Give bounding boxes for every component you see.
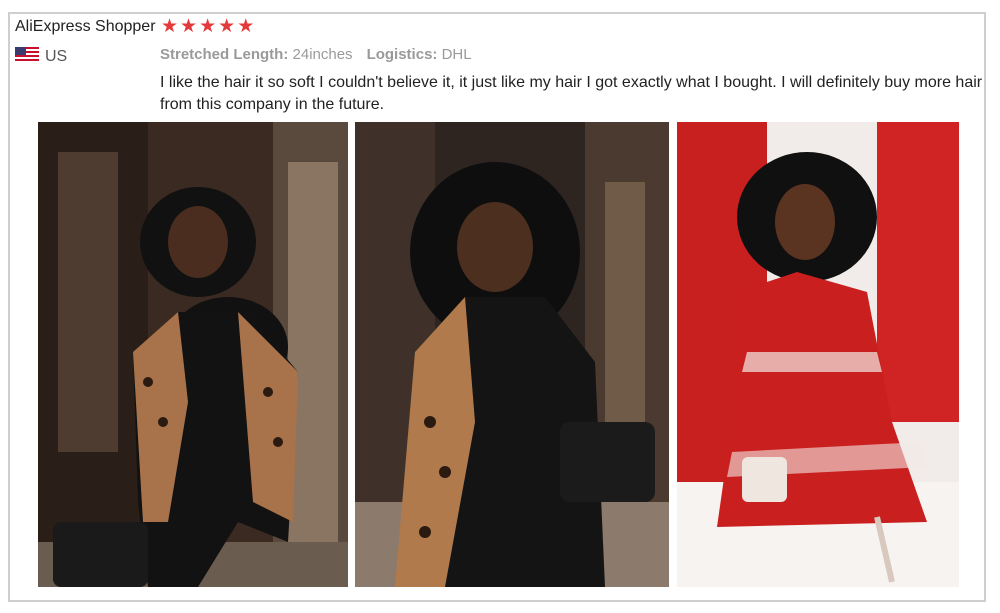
review-photo-3[interactable] [677,122,959,587]
star-icon: ★ [218,16,236,37]
review-photo-2[interactable] [355,122,669,587]
star-icon: ★ [180,16,198,37]
attribute-logistics: Logistics: DHL [366,46,472,63]
rating-stars: ★ ★ ★ ★ ★ [161,16,254,38]
country-label: US [45,47,68,65]
us-flag-icon [15,47,39,66]
star-icon: ★ [161,16,179,37]
reviewer-name: AliExpress Shopper [15,18,156,35]
review-photo-1[interactable] [38,122,348,587]
reviewer-country: US [15,47,67,66]
attribute-stretched-length: Stretched Length: 24inches [160,46,353,63]
review-text: I like the hair it so soft I couldn't be… [160,74,983,113]
star-icon: ★ [237,16,255,37]
star-icon: ★ [199,16,217,37]
review-attributes: Stretched Length: 24inches Logistics: DH… [160,46,472,63]
